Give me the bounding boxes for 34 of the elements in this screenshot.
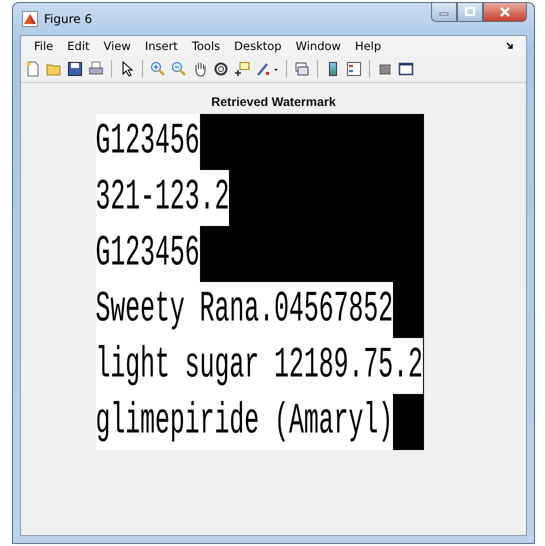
figure-icon bbox=[22, 11, 38, 27]
rotate-icon[interactable] bbox=[213, 61, 229, 77]
save-icon[interactable] bbox=[67, 61, 83, 77]
menu-item[interactable]: Tools bbox=[184, 39, 228, 53]
print-icon[interactable] bbox=[88, 61, 104, 77]
menu-item[interactable]: Window bbox=[288, 39, 348, 53]
brush-icon[interactable] bbox=[255, 61, 279, 77]
new-file-icon[interactable] bbox=[25, 61, 41, 77]
menu-item[interactable]: Edit bbox=[60, 39, 97, 53]
watermark-text: G123456 bbox=[96, 226, 200, 282]
zoom-in-icon[interactable] bbox=[150, 61, 166, 77]
show-tools-icon[interactable] bbox=[398, 61, 414, 77]
watermark-text: Sweety Rana.04567852 bbox=[96, 282, 394, 338]
maximize-icon bbox=[464, 7, 476, 17]
menu-item[interactable]: File bbox=[27, 39, 60, 53]
watermark-text: G123456 bbox=[96, 114, 200, 170]
minimize-button[interactable] bbox=[431, 3, 457, 22]
zoom-out-icon[interactable] bbox=[171, 61, 187, 77]
axes-title: Retrieved Watermark bbox=[211, 95, 336, 109]
close-icon bbox=[499, 6, 511, 18]
window-title: Figure 6 bbox=[44, 12, 92, 26]
link-icon[interactable] bbox=[294, 61, 310, 77]
maximize-button[interactable] bbox=[457, 3, 483, 22]
menu-item[interactable]: Insert bbox=[138, 39, 185, 53]
menu-item[interactable]: Help bbox=[348, 39, 388, 53]
watermark-text: glimepiride (Amaryl) bbox=[96, 394, 394, 450]
menu-item[interactable]: View bbox=[96, 39, 138, 53]
watermark-text: light sugar 12189.75.2 bbox=[96, 338, 423, 394]
watermark-text: 321-123.2 bbox=[96, 170, 230, 226]
legend-icon[interactable] bbox=[346, 61, 362, 77]
close-button[interactable] bbox=[483, 3, 527, 22]
data-cursor-icon[interactable] bbox=[234, 61, 250, 77]
menu-item[interactable]: Desktop bbox=[227, 39, 289, 53]
dock-arrow-icon[interactable] bbox=[506, 42, 514, 50]
